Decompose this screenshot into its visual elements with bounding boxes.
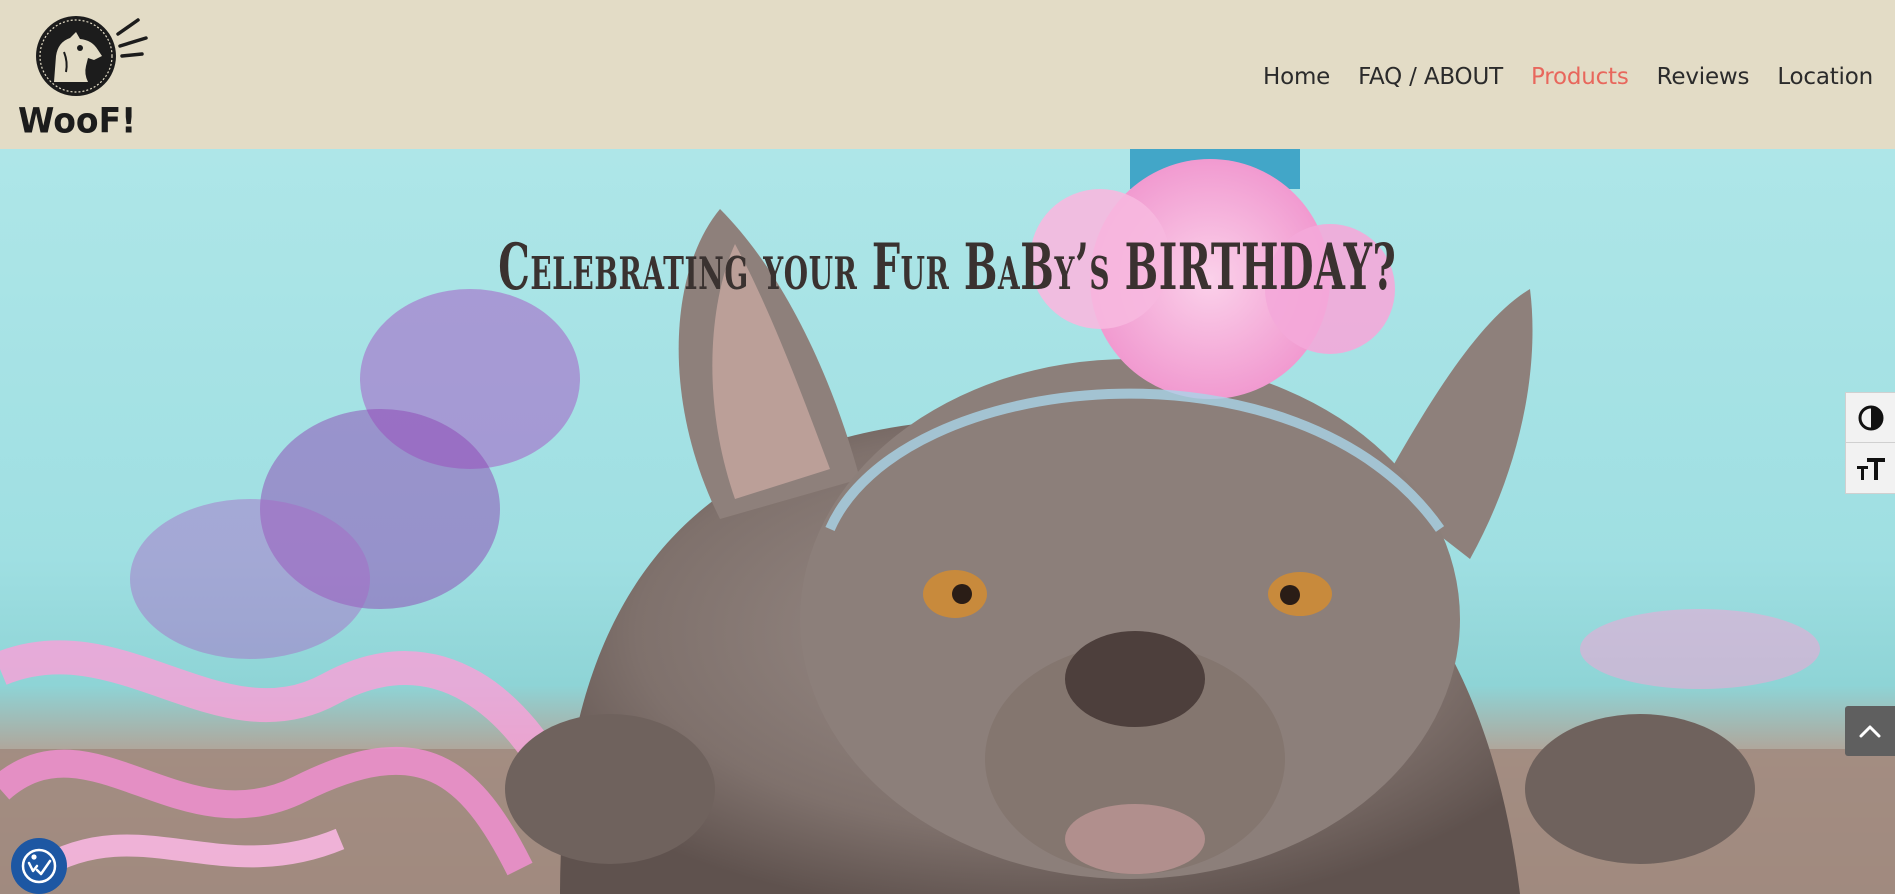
hero-banner: Celebrating your Fur BaBy’s BIRTHDAY? <box>0 149 1895 894</box>
nav-faq-about[interactable]: FAQ / ABOUT <box>1358 62 1503 92</box>
nav-reviews[interactable]: Reviews <box>1657 62 1750 92</box>
text-size-button[interactable] <box>1846 443 1895 493</box>
accessibility-check-icon <box>21 848 57 884</box>
logo-wordmark: WooF! <box>18 100 137 141</box>
scroll-to-top-button[interactable] <box>1845 706 1895 756</box>
contrast-toggle-button[interactable] <box>1846 393 1895 443</box>
accessibility-widget-button[interactable] <box>11 838 67 894</box>
nav-home[interactable]: Home <box>1263 62 1330 92</box>
contrast-icon <box>1858 405 1884 430</box>
text-size-icon <box>1857 458 1885 480</box>
nav-location[interactable]: Location <box>1777 62 1873 92</box>
site-header: WooF! Home FAQ / ABOUT Products Reviews … <box>0 0 1895 149</box>
nav-products[interactable]: Products <box>1531 62 1629 92</box>
hero-title: Celebrating your Fur BaBy’s BIRTHDAY? <box>498 229 1397 305</box>
accessibility-toolbar <box>1845 392 1895 494</box>
woof-logo[interactable]: WooF! <box>14 12 154 141</box>
main-nav: Home FAQ / ABOUT Products Reviews Locati… <box>1263 62 1873 92</box>
chevron-up-icon <box>1859 725 1881 738</box>
